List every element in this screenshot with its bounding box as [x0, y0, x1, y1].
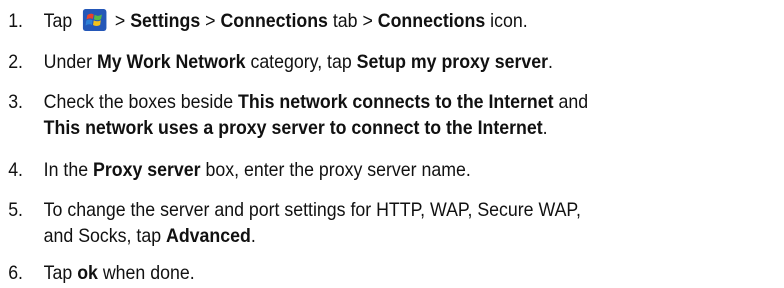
step-number: 6.	[8, 262, 23, 284]
step-number: 3.	[8, 91, 23, 113]
step-text: In the Proxy server box, enter the proxy…	[43, 159, 471, 181]
step-text: Under My Work Network category, tap Setu…	[43, 51, 553, 73]
step-text: Tap > Settings > Connections tab > Conne…	[43, 9, 528, 32]
step-number: 2.	[8, 51, 23, 73]
step-text: To change the server and port settings f…	[43, 199, 581, 247]
windows-start-flag-icon	[82, 9, 107, 31]
step-text: Check the boxes beside This network conn…	[43, 91, 589, 139]
step-number: 1.	[8, 10, 23, 32]
step-number: 4.	[8, 159, 23, 181]
step-text: Tap ok when done.	[43, 262, 195, 284]
step-number: 5.	[8, 199, 23, 221]
